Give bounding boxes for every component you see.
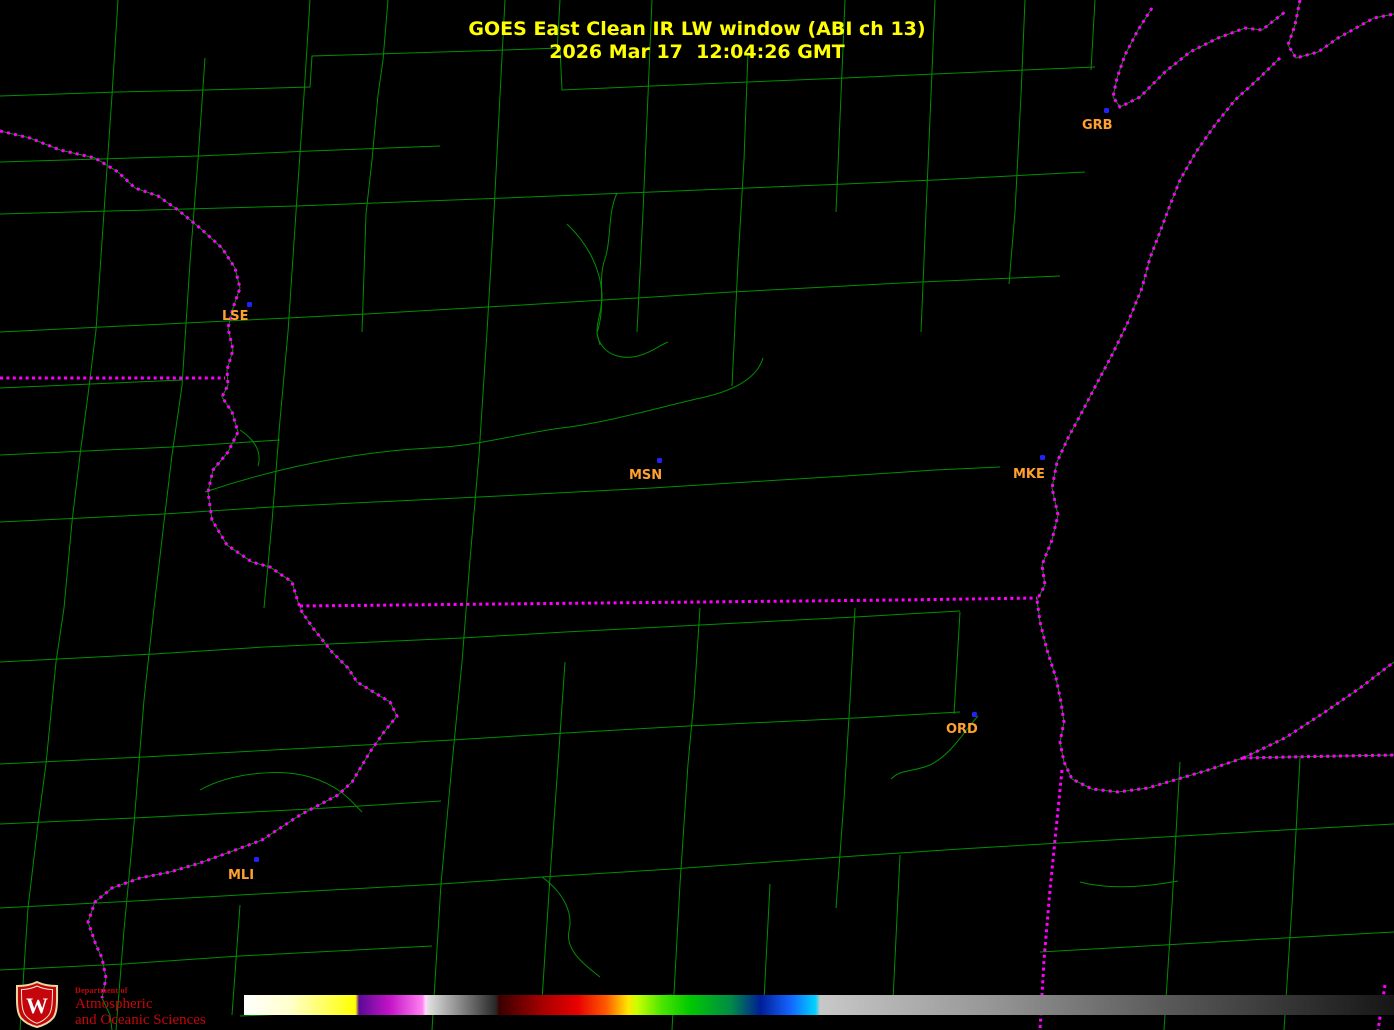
station-label-msn: MSN [629, 468, 663, 483]
state-borders [0, 0, 1394, 1030]
station-dot-msn [657, 458, 662, 463]
station-dot-grb [1104, 108, 1109, 113]
logo-line1: Atmospheric [75, 996, 153, 1012]
title-block: GOES East Clean IR LW window (ABI ch 13)… [0, 18, 1394, 64]
station-label-mke: MKE [1013, 467, 1045, 482]
county-lines [0, 0, 1394, 1030]
aos-logo-text: Department of Atmospheric and Oceanic Sc… [75, 980, 206, 1028]
shoreline-green [0, 0, 1394, 1030]
aos-logo: W Department of Atmospheric and Oceanic … [8, 980, 206, 1028]
station-dot-mli [254, 857, 259, 862]
colorbar [244, 995, 1394, 1015]
logo-line2: and Oceanic Sciences [75, 1012, 206, 1028]
station-dot-ord [972, 712, 977, 717]
station-label-mli: MLI [228, 868, 255, 883]
map-canvas [0, 0, 1394, 1030]
station-label-grb: GRB [1082, 118, 1113, 133]
title-product: GOES East Clean IR LW window (ABI ch 13) [468, 18, 926, 40]
svg-text:W: W [26, 993, 48, 1018]
logo-department: Department of [75, 986, 128, 995]
station-dot-mke [1040, 455, 1045, 460]
station-label-ord: ORD [946, 722, 978, 737]
satellite-viewer: GOES East Clean IR LW window (ABI ch 13)… [0, 0, 1394, 1030]
river-lines [199, 192, 1179, 978]
uw-crest-icon: W [15, 980, 59, 1028]
station-label-lse: LSE [222, 309, 249, 324]
title-timestamp: 2026 Mar 17 12:04:26 GMT [549, 41, 845, 63]
